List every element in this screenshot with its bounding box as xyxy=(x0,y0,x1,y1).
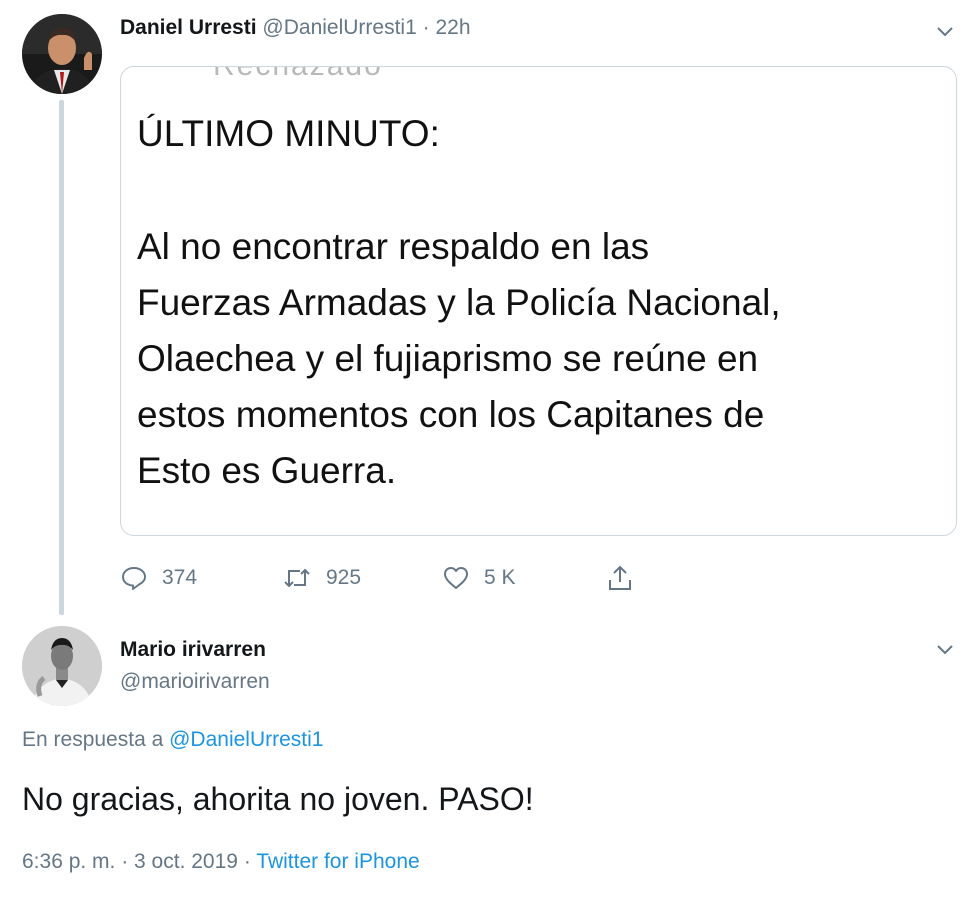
quote-body: Al no encontrar respaldo en las Fuerzas … xyxy=(137,226,781,491)
header-separator: · xyxy=(422,16,430,39)
author-handle[interactable]: @DanielUrresti1 xyxy=(262,16,416,39)
tweet-time[interactable]: 22h xyxy=(435,16,470,39)
tweet-timestamp[interactable]: 6:36 p. m. · 3 oct. 2019 xyxy=(22,850,238,873)
in-reply-to: En respuesta a @DanielUrresti1 xyxy=(22,728,323,752)
retweet-button[interactable]: 925 xyxy=(282,560,361,596)
tweet-header: Daniel Urresti @DanielUrresti1 · 22h xyxy=(120,16,471,40)
tweet-meta: 6:36 p. m. · 3 oct. 2019 · Twitter for i… xyxy=(22,850,420,874)
reply-author-handle[interactable]: @marioirivarren xyxy=(120,670,270,694)
heart-icon xyxy=(442,564,484,592)
author-name[interactable]: Daniel Urresti xyxy=(120,16,257,39)
reply-count: 374 xyxy=(162,566,198,589)
share-icon xyxy=(606,564,648,592)
chevron-down-icon[interactable] xyxy=(934,638,956,660)
chevron-down-icon[interactable] xyxy=(934,20,956,42)
avatar-mario-irivarren[interactable] xyxy=(22,626,102,706)
meta-separator: · xyxy=(243,850,251,873)
in-reply-prefix: En respuesta a xyxy=(22,728,164,751)
quote-title: ÚLTIMO MINUTO: xyxy=(137,113,440,154)
thread-connector-line xyxy=(59,100,64,615)
share-button[interactable] xyxy=(606,560,648,596)
reply-button[interactable]: 374 xyxy=(120,560,197,596)
reply-icon xyxy=(120,564,162,592)
tweet-actions: 374 925 5 K xyxy=(120,560,680,596)
reply-text: No gracias, ahorita no joven. PASO! xyxy=(22,781,534,817)
source-link[interactable]: Twitter for iPhone xyxy=(256,850,419,873)
like-count: 5 K xyxy=(484,566,516,589)
cut-off-text: Rechazado xyxy=(213,67,383,83)
like-button[interactable]: 5 K xyxy=(442,560,516,596)
retweet-icon xyxy=(282,564,326,592)
in-reply-handle-link[interactable]: @DanielUrresti1 xyxy=(169,728,323,751)
retweet-count: 925 xyxy=(326,566,362,589)
avatar-daniel-urresti[interactable] xyxy=(22,14,102,94)
reply-author-name[interactable]: Mario irivarren xyxy=(120,638,266,662)
tweet-media-card[interactable]: Rechazado ÚLTIMO MINUTO: Al no encontrar… xyxy=(120,66,957,536)
